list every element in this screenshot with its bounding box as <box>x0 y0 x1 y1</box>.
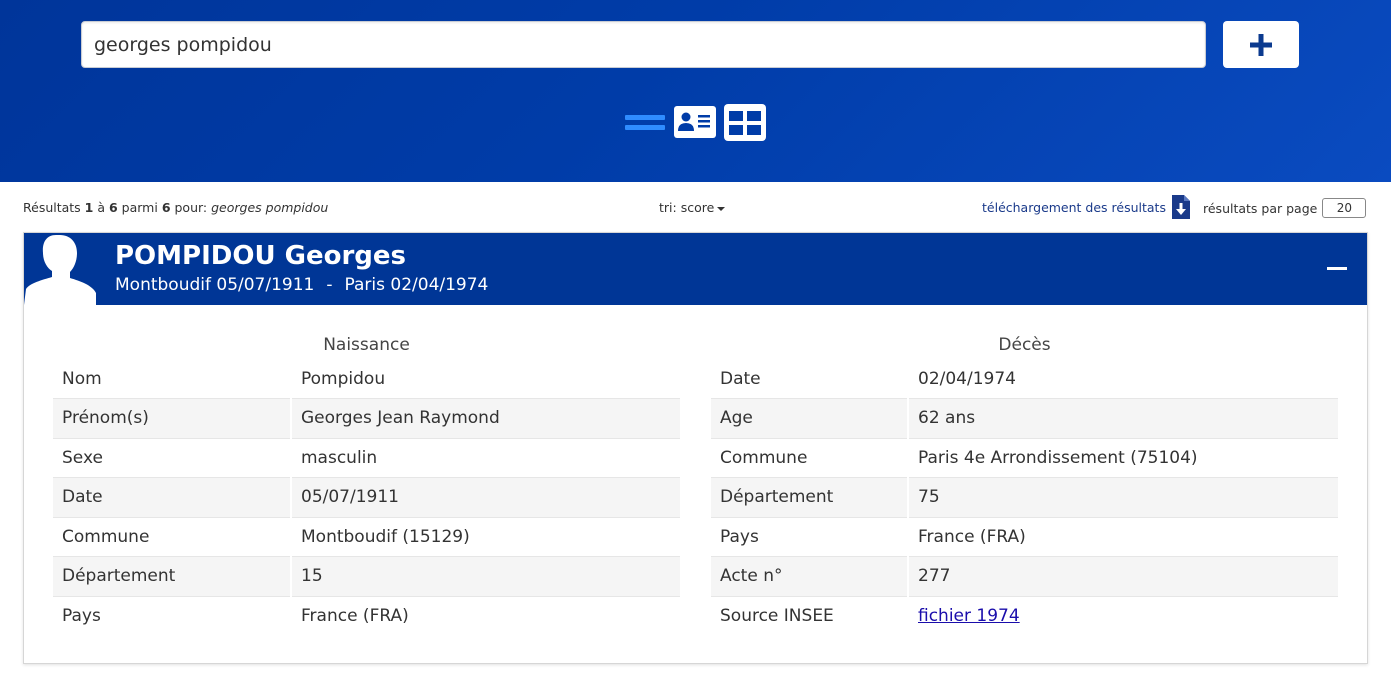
death-label-departement: Département <box>711 477 909 517</box>
results-summary: Résultats 1 à 6 parmi 6 pour: georges po… <box>23 200 329 215</box>
source-insee-link[interactable]: fichier 1974 <box>918 606 1020 626</box>
id-card-icon <box>674 106 716 138</box>
sort-dropdown[interactable]: tri: score <box>659 200 726 215</box>
death-value-pays: France (FRA) <box>908 516 1338 557</box>
download-results-link[interactable]: téléchargement des résultats <box>982 194 1190 220</box>
birth-value-departement: 15 <box>291 556 680 596</box>
death-section-title: Décès <box>998 335 1051 355</box>
table-row: Date 02/04/1974 <box>711 359 1338 399</box>
death-summary: Paris 02/04/1974 <box>344 275 489 295</box>
download-label: téléchargement des résultats <box>982 199 1166 215</box>
birth-label-date: Date <box>53 477 292 517</box>
caret-down-icon <box>717 206 726 211</box>
table-row: Acte n° 277 <box>711 556 1338 596</box>
birth-label-sexe: Sexe <box>53 437 292 478</box>
table-row: Département 75 <box>711 477 1338 517</box>
table-row: Commune Montboudif (15129) <box>53 516 680 557</box>
table-row: Département 15 <box>53 556 680 596</box>
file-download-icon <box>1171 195 1190 219</box>
table-row: Prénom(s) Georges Jean Raymond <box>53 398 680 438</box>
death-label-pays: Pays <box>711 516 909 557</box>
death-value-date: 02/04/1974 <box>918 368 1016 389</box>
death-table: Date 02/04/1974 Age 62 ans Commune Paris 4e… <box>711 359 1338 636</box>
avatar-silhouette-icon <box>24 235 96 305</box>
birth-value-date: 05/07/1911 <box>291 477 680 517</box>
minus-icon <box>1327 266 1347 270</box>
search-input[interactable] <box>81 21 1206 68</box>
per-page-input[interactable] <box>1322 198 1367 218</box>
death-value-acte: 277 <box>908 556 1338 596</box>
death-label-age: Age <box>711 398 909 438</box>
birth-label-commune: Commune <box>53 516 292 557</box>
birth-value-prenoms: Georges Jean Raymond <box>291 398 680 438</box>
person-card-header[interactable]: POMPIDOU Georges Montboudif 05/07/1911- P… <box>24 233 1367 305</box>
collapse-button[interactable] <box>1327 261 1347 275</box>
grid-view-icon <box>724 104 766 141</box>
table-row: Nom Pompidou <box>53 359 680 399</box>
results-per-page: résultats par page <box>1203 197 1367 219</box>
grid-view-button[interactable] <box>724 104 766 142</box>
plus-icon <box>1250 33 1272 56</box>
birth-label-prenoms: Prénom(s) <box>53 398 292 438</box>
death-label-acte: Acte n° <box>711 556 909 596</box>
death-label-date: Date <box>711 359 909 399</box>
table-row: Source INSEE fichier 1974 <box>711 595 1338 636</box>
death-label-source: Source INSEE <box>711 595 909 636</box>
table-row: Pays France (FRA) <box>53 595 680 636</box>
birth-label-departement: Département <box>53 556 292 596</box>
death-value-age: 62 ans <box>908 398 1338 438</box>
list-view-button[interactable] <box>625 104 665 142</box>
card-view-button[interactable] <box>674 104 716 142</box>
birth-table: Nom Pompidou Prénom(s) Georges Jean Raymon… <box>53 359 680 636</box>
death-value-source: fichier 1974 <box>908 595 1338 636</box>
sort-label: tri: score <box>659 200 715 215</box>
person-name: POMPIDOU Georges <box>115 241 406 271</box>
search-header <box>0 0 1391 182</box>
death-value-departement: 75 <box>908 477 1338 517</box>
death-label-commune: Commune <box>711 437 909 478</box>
list-view-icon <box>625 115 665 130</box>
birth-value-sexe: masculin <box>291 437 680 478</box>
table-row: Age 62 ans <box>711 398 1338 438</box>
birth-label-pays: Pays <box>53 595 292 636</box>
birth-value-commune: Montboudif (15129) <box>291 516 680 557</box>
birth-value-nom: Pompidou <box>301 368 386 389</box>
death-value-commune: Paris 4e Arrondissement (75104) <box>908 437 1338 478</box>
summary-separator: - <box>326 275 333 295</box>
birth-summary: Montboudif 05/07/1911 <box>115 275 315 295</box>
birth-value-pays: France (FRA) <box>291 595 680 636</box>
per-page-label: résultats par page <box>1203 200 1318 216</box>
birth-section-title: Naissance <box>323 335 410 355</box>
person-summary: Montboudif 05/07/1911- Paris 02/04/1974 <box>115 275 488 295</box>
person-card: POMPIDOU Georges Montboudif 05/07/1911- P… <box>23 232 1368 664</box>
table-row: Commune Paris 4e Arrondissement (75104) <box>711 437 1338 478</box>
birth-label-nom: Nom <box>53 359 292 399</box>
table-row: Sexe masculin <box>53 437 680 478</box>
table-row: Date 05/07/1911 <box>53 477 680 517</box>
table-row: Pays France (FRA) <box>711 516 1338 557</box>
add-search-button[interactable] <box>1223 21 1299 68</box>
